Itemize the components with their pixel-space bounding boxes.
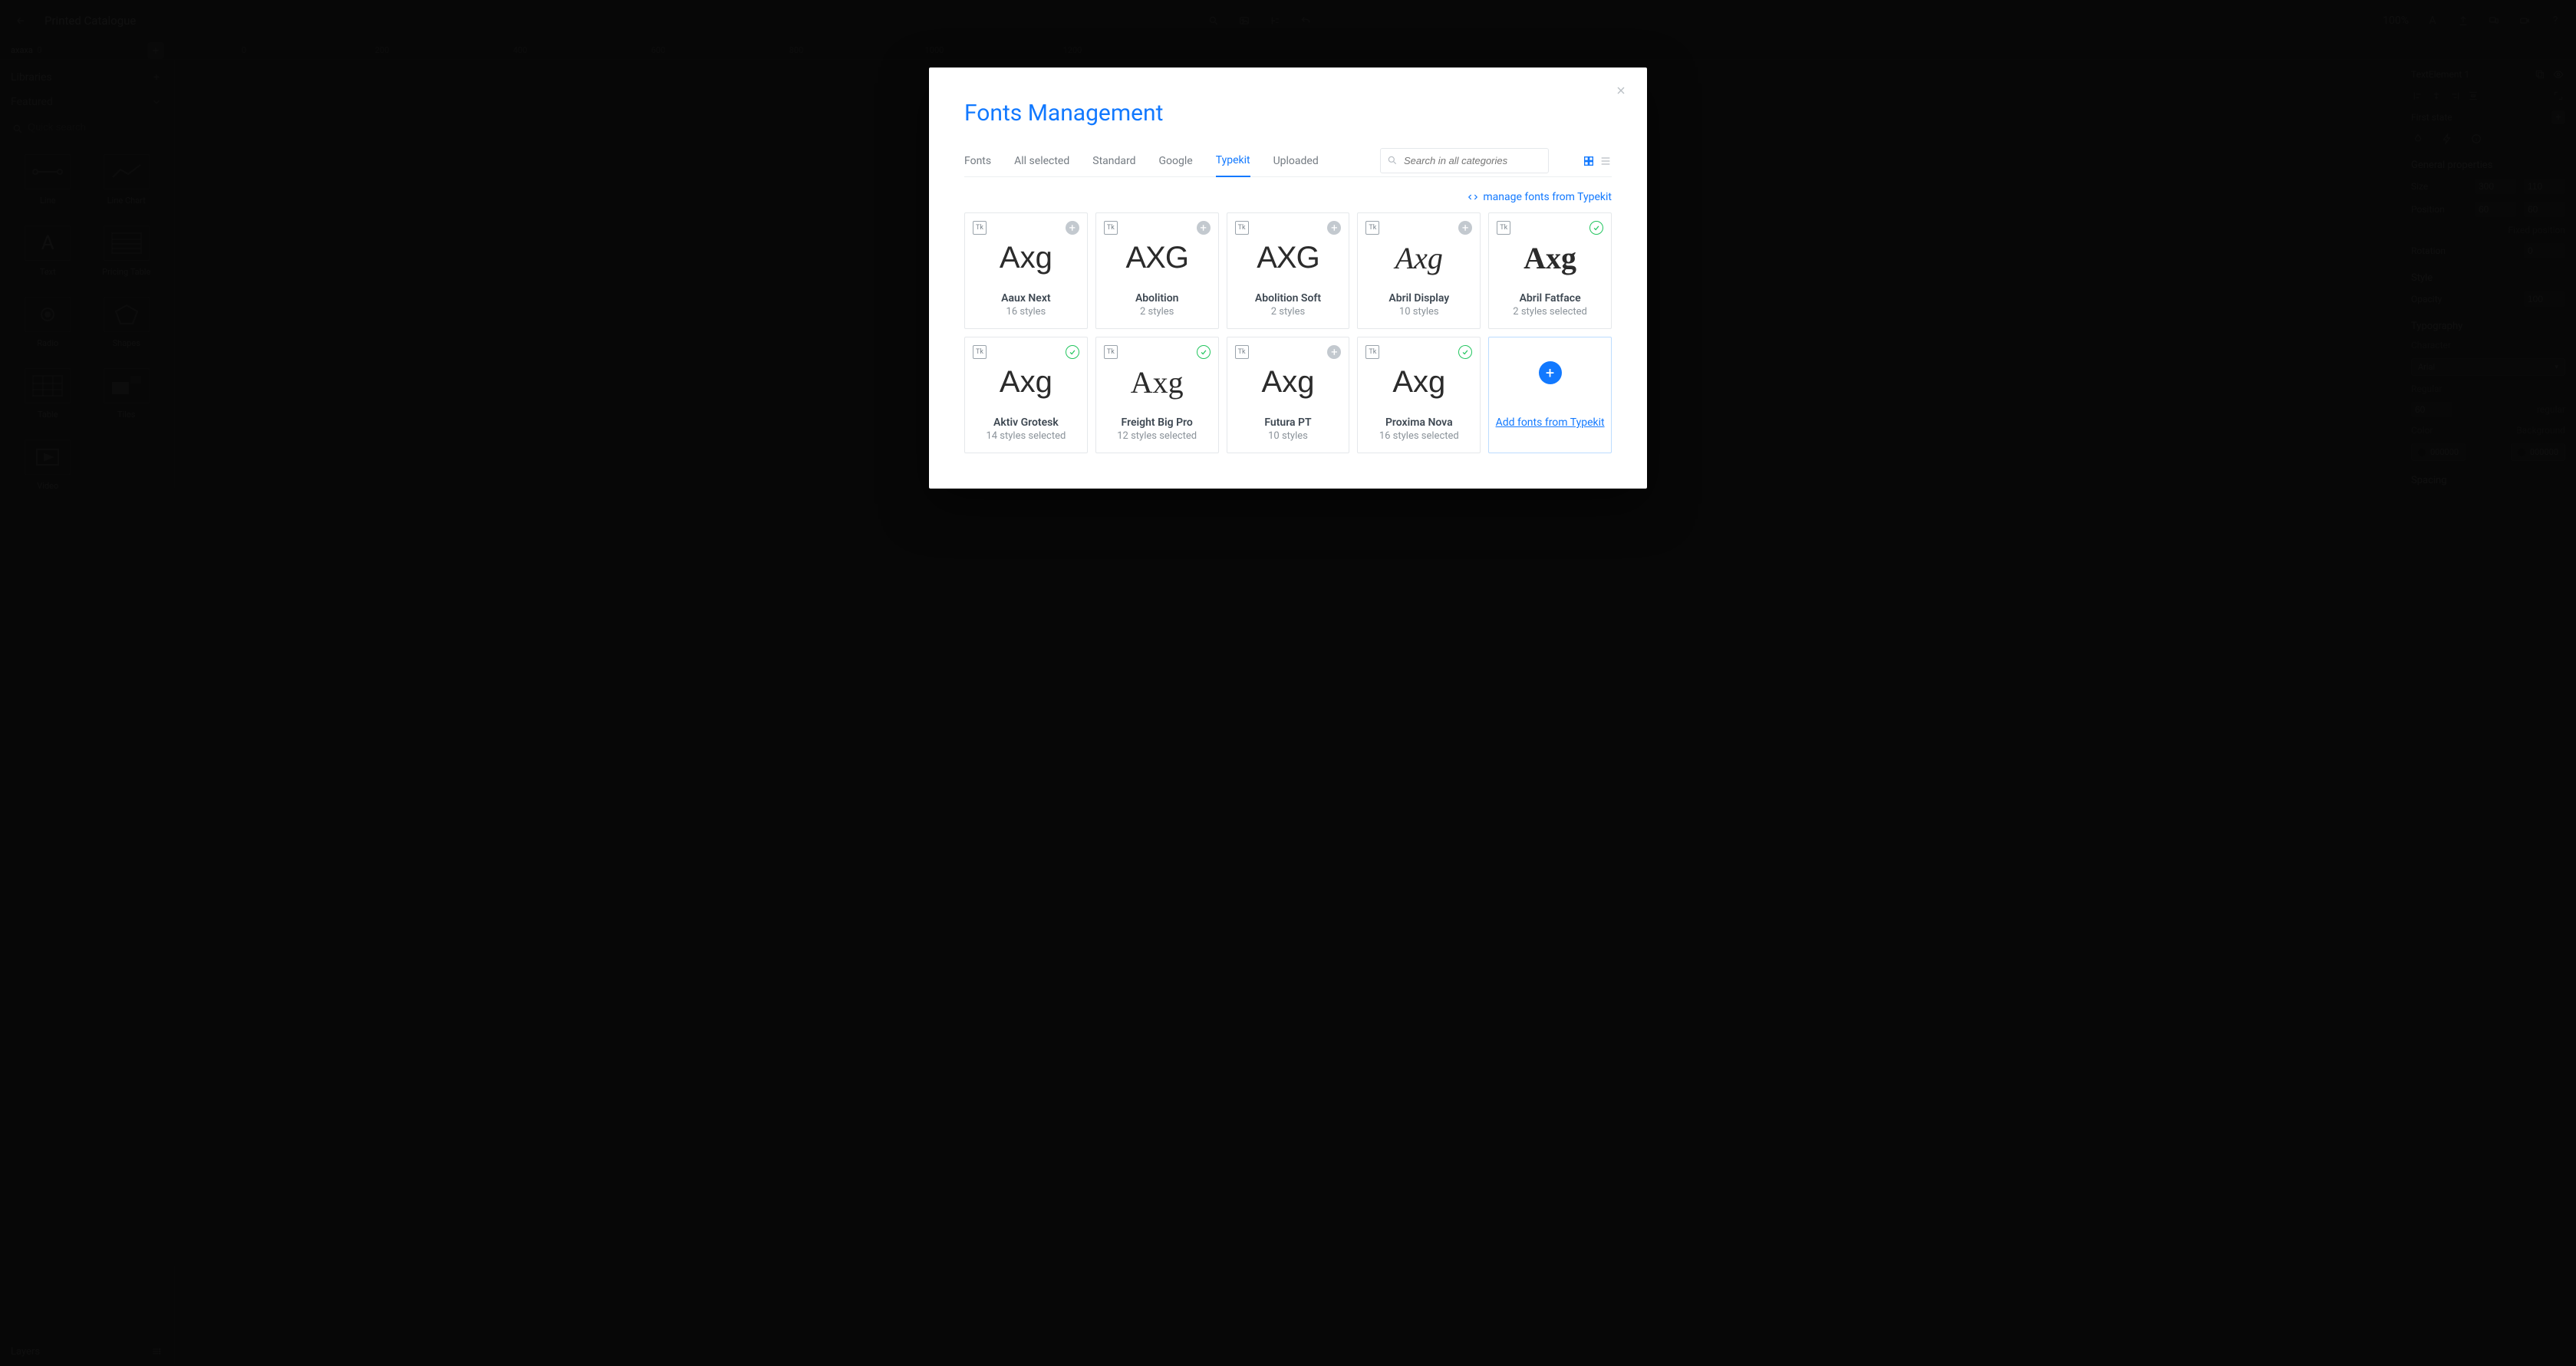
- typekit-badge: Tk: [973, 221, 987, 235]
- modal-title: Fonts Management: [964, 100, 1612, 127]
- font-styles-count: 10 styles: [1268, 430, 1308, 442]
- font-name: Abril Display: [1388, 292, 1449, 304]
- add-fonts-typekit-card[interactable]: + Add fonts from Typekit: [1488, 337, 1612, 453]
- font-styles-count: 12 styles selected: [1117, 430, 1197, 442]
- manage-fonts-typekit-label: manage fonts from Typekit: [1483, 191, 1612, 203]
- close-icon: [1615, 84, 1627, 97]
- manage-fonts-typekit-link[interactable]: manage fonts from Typekit: [1468, 191, 1612, 203]
- tab-standard[interactable]: Standard: [1092, 146, 1135, 176]
- add-font-button[interactable]: +: [1327, 221, 1341, 235]
- typekit-badge: Tk: [973, 345, 987, 359]
- selected-check-icon: [1458, 345, 1472, 359]
- font-sample: AXG: [1257, 224, 1319, 292]
- font-styles-count: 2 styles: [1271, 306, 1305, 318]
- font-card[interactable]: Tk + AxgAaux Next 16 styles: [964, 212, 1088, 329]
- font-name: Abolition: [1135, 292, 1179, 304]
- typekit-badge: Tk: [1235, 221, 1249, 235]
- font-card[interactable]: Tk + AXGAbolition 2 styles: [1095, 212, 1219, 329]
- font-styles-count: 16 styles: [1006, 306, 1046, 318]
- font-sample: Axg: [1000, 348, 1052, 416]
- fonts-search-input[interactable]: [1380, 148, 1549, 173]
- font-sample: Axg: [1131, 348, 1184, 416]
- font-sample: Axg: [1395, 224, 1443, 292]
- close-button[interactable]: [1615, 84, 1627, 97]
- typekit-badge: Tk: [1497, 221, 1510, 235]
- font-card[interactable]: Tk AxgAbril Fatface 2 styles selected: [1488, 212, 1612, 329]
- typekit-badge: Tk: [1104, 345, 1118, 359]
- tab-all-selected[interactable]: All selected: [1014, 146, 1069, 176]
- font-styles-count: 2 styles selected: [1513, 306, 1587, 318]
- plus-icon: +: [1539, 361, 1562, 384]
- font-name: Abril Fatface: [1520, 292, 1581, 304]
- font-sample: Axg: [1524, 224, 1576, 292]
- font-styles-count: 14 styles selected: [986, 430, 1066, 442]
- code-icon: [1468, 192, 1478, 202]
- font-card[interactable]: Tk AxgAktiv Grotesk14 styles selected: [964, 337, 1088, 453]
- font-name: Futura PT: [1264, 416, 1311, 429]
- font-sample: Axg: [1000, 224, 1052, 292]
- tab-uploaded[interactable]: Uploaded: [1273, 146, 1319, 176]
- font-card[interactable]: Tk AxgProxima Nova16 styles selected: [1357, 337, 1481, 453]
- search-icon: [1387, 155, 1398, 166]
- add-font-button[interactable]: +: [1197, 221, 1211, 235]
- font-card[interactable]: Tk + AxgAbril Display 10 styles: [1357, 212, 1481, 329]
- font-name: Abolition Soft: [1255, 292, 1321, 304]
- font-sample: AXG: [1125, 224, 1188, 292]
- typekit-badge: Tk: [1365, 345, 1379, 359]
- add-font-button[interactable]: +: [1327, 345, 1341, 359]
- selected-check-icon: [1589, 221, 1603, 235]
- list-view-button[interactable]: [1599, 155, 1612, 167]
- tab-fonts[interactable]: Fonts: [964, 146, 991, 176]
- font-styles-count: 10 styles: [1399, 306, 1439, 318]
- add-font-button[interactable]: +: [1066, 221, 1079, 235]
- font-card[interactable]: Tk + AXGAbolition Soft 2 styles: [1227, 212, 1350, 329]
- selected-check-icon: [1197, 345, 1211, 359]
- font-name: Proxima Nova: [1385, 416, 1453, 429]
- font-styles-count: 2 styles: [1140, 306, 1174, 318]
- grid-view-button[interactable]: [1583, 155, 1595, 167]
- font-name: Aaux Next: [1001, 292, 1050, 304]
- typekit-badge: Tk: [1235, 345, 1249, 359]
- font-styles-count: 16 styles selected: [1379, 430, 1459, 442]
- tab-google[interactable]: Google: [1159, 146, 1193, 176]
- modal-tabs: Fonts All selected Standard Google Typekit Up…: [964, 145, 1612, 177]
- font-sample: Axg: [1392, 348, 1445, 416]
- font-name: Aktiv Grotesk: [993, 416, 1059, 429]
- add-fonts-typekit-label: Add fonts from Typekit: [1496, 416, 1605, 429]
- add-font-button[interactable]: +: [1458, 221, 1472, 235]
- font-sample: Axg: [1262, 348, 1315, 416]
- typekit-badge: Tk: [1365, 221, 1379, 235]
- font-name: Freight Big Pro: [1122, 416, 1193, 429]
- tab-typekit[interactable]: Typekit: [1216, 145, 1250, 177]
- font-card[interactable]: Tk AxgFreight Big Pro12 styles selected: [1095, 337, 1219, 453]
- font-cards-grid: Tk+AxgAaux Next16 stylesTk+AXGAbolition2…: [964, 212, 1612, 453]
- selected-check-icon: [1066, 345, 1079, 359]
- fonts-management-modal: Fonts Management Fonts All selected Standa…: [929, 67, 1647, 489]
- font-card[interactable]: Tk + AxgFutura PT10 styles: [1227, 337, 1350, 453]
- typekit-badge: Tk: [1104, 221, 1118, 235]
